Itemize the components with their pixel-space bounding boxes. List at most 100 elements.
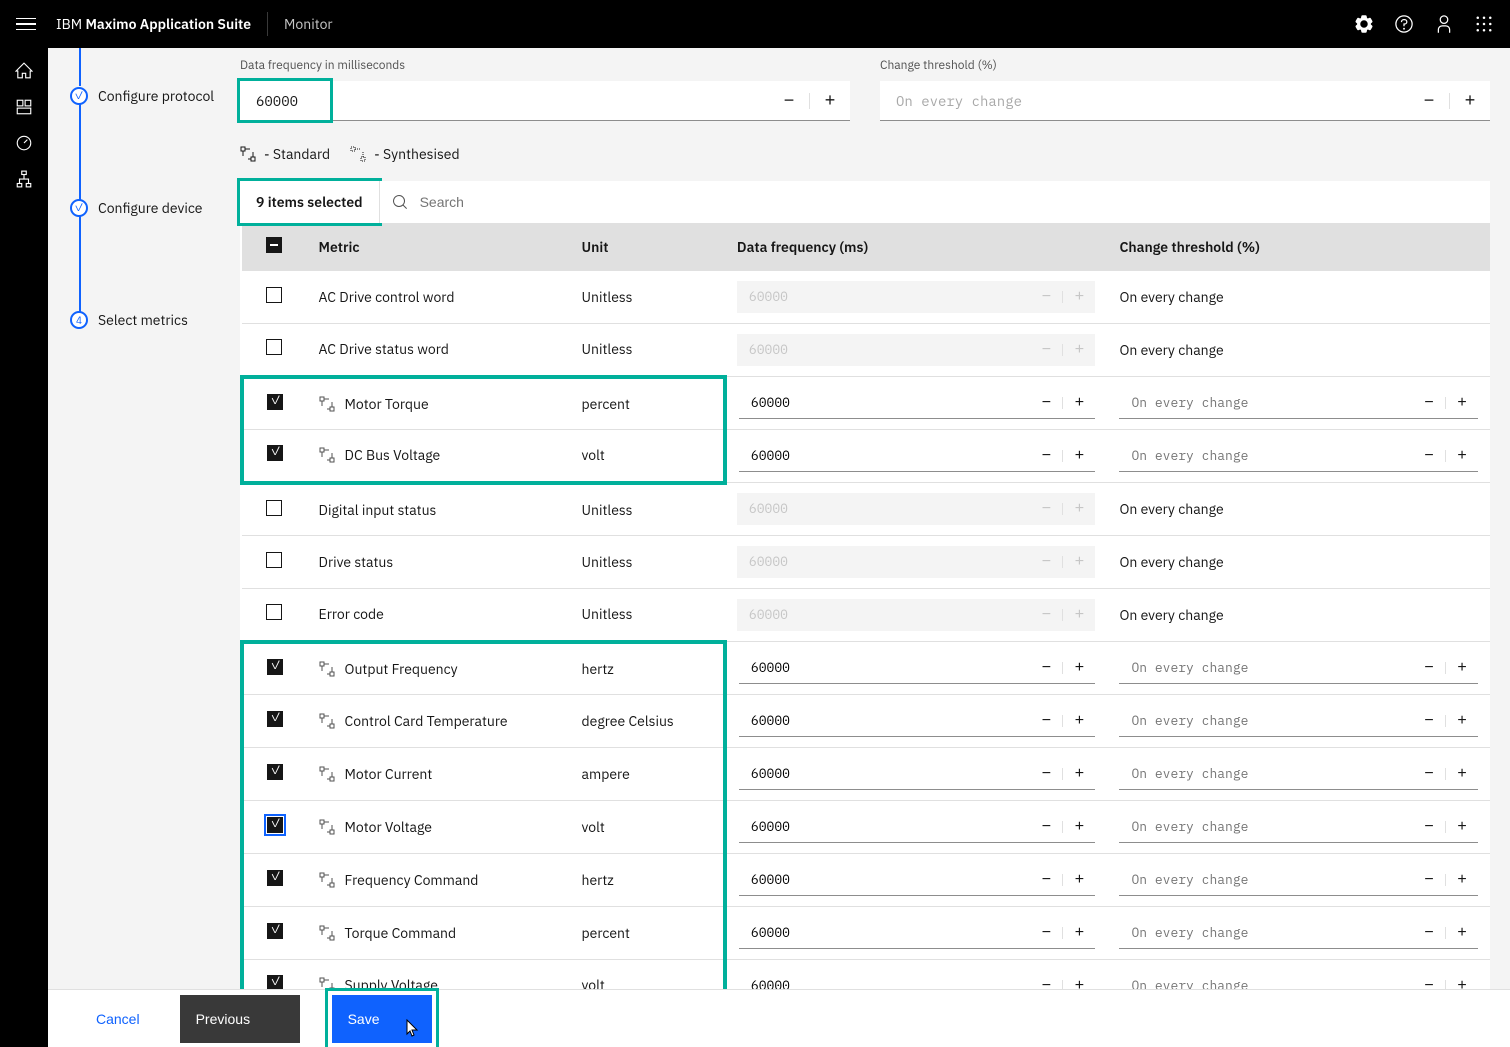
column-header-freq[interactable]: Data frequency (ms) — [725, 223, 1108, 271]
table-row: Torque Commandpercent − + − + — [242, 907, 1490, 960]
cancel-button[interactable]: Cancel — [84, 1011, 152, 1027]
increment-button[interactable]: + — [1446, 758, 1478, 789]
row-freq-input[interactable] — [739, 818, 1031, 835]
user-icon[interactable] — [1434, 14, 1454, 34]
decrement-button[interactable]: − — [1413, 705, 1445, 736]
row-thresh-input[interactable] — [1119, 659, 1413, 676]
column-header-unit[interactable]: Unit — [570, 223, 725, 271]
increment-button[interactable]: + — [810, 81, 850, 120]
row-thresh-input[interactable] — [1119, 765, 1413, 782]
select-all-checkbox[interactable] — [266, 237, 282, 253]
search-box[interactable] — [379, 181, 1490, 223]
row-freq-input[interactable] — [739, 447, 1031, 464]
decrement-button[interactable]: − — [1030, 811, 1062, 842]
decrement-button[interactable]: − — [1030, 440, 1062, 471]
row-checkbox[interactable] — [267, 764, 283, 780]
unit-cell: degree Celsius — [570, 695, 725, 748]
change-threshold-input[interactable] — [880, 81, 1409, 120]
help-icon[interactable] — [1394, 14, 1414, 34]
row-freq-input[interactable] — [739, 712, 1031, 729]
increment-button[interactable]: + — [1063, 758, 1095, 789]
decrement-button[interactable]: − — [1413, 970, 1445, 989]
decrement-button[interactable]: − — [1409, 81, 1449, 120]
row-checkbox[interactable] — [267, 975, 283, 989]
row-checkbox[interactable] — [267, 711, 283, 727]
row-thresh-input[interactable] — [1119, 447, 1413, 464]
increment-button[interactable]: + — [1063, 387, 1095, 418]
increment-button[interactable]: + — [1446, 811, 1478, 842]
save-button[interactable]: Save — [332, 995, 432, 1043]
increment-button[interactable]: + — [1063, 811, 1095, 842]
row-checkbox[interactable] — [267, 817, 283, 833]
decrement-button[interactable]: − — [1413, 652, 1445, 683]
row-freq-input[interactable] — [739, 394, 1031, 411]
row-checkbox[interactable] — [267, 394, 283, 410]
increment-button[interactable]: + — [1446, 440, 1478, 471]
row-checkbox[interactable] — [267, 659, 283, 675]
decrement-button[interactable]: − — [1030, 970, 1062, 989]
step-configure-protocol[interactable]: Configure protocol — [70, 86, 240, 106]
decrement-button[interactable]: − — [1030, 758, 1062, 789]
decrement-button[interactable]: − — [1413, 811, 1445, 842]
hierarchy-icon[interactable] — [15, 170, 33, 188]
row-freq-input[interactable] — [739, 924, 1031, 941]
decrement-button[interactable]: − — [1413, 440, 1445, 471]
row-thresh-input[interactable] — [1119, 871, 1413, 888]
decrement-button[interactable]: − — [1413, 917, 1445, 948]
row-checkbox[interactable] — [267, 445, 283, 461]
decrement-button[interactable]: − — [1413, 758, 1445, 789]
row-freq-input[interactable] — [739, 977, 1031, 989]
row-thresh-input[interactable] — [1119, 924, 1413, 941]
increment-button[interactable]: + — [1063, 440, 1095, 471]
row-thresh-input[interactable] — [1119, 818, 1413, 835]
row-checkbox[interactable] — [266, 500, 282, 516]
increment-button[interactable]: + — [1446, 970, 1478, 989]
increment-button[interactable]: + — [1446, 864, 1478, 895]
increment-button[interactable]: + — [1063, 652, 1095, 683]
row-checkbox[interactable] — [267, 870, 283, 886]
row-checkbox[interactable] — [266, 552, 282, 568]
row-freq-input[interactable] — [739, 871, 1031, 888]
app-switcher-icon[interactable] — [1474, 14, 1494, 34]
column-header-metric[interactable]: Metric — [307, 223, 570, 271]
previous-button[interactable]: Previous — [180, 995, 300, 1043]
increment-button[interactable]: + — [1063, 917, 1095, 948]
row-freq-input[interactable] — [739, 765, 1031, 782]
decrement-button[interactable]: − — [1030, 705, 1062, 736]
increment-button[interactable]: + — [1446, 387, 1478, 418]
decrement-button[interactable]: − — [1030, 387, 1062, 418]
increment-button[interactable]: + — [1063, 970, 1095, 989]
decrement-button[interactable]: − — [1413, 387, 1445, 418]
increment-button[interactable]: + — [1063, 705, 1095, 736]
row-checkbox[interactable] — [267, 923, 283, 939]
row-checkbox[interactable] — [266, 604, 282, 620]
decrement-button[interactable]: − — [769, 81, 809, 120]
column-header-thresh[interactable]: Change threshold (%) — [1107, 223, 1490, 271]
increment-button[interactable]: + — [1063, 864, 1095, 895]
decrement-button[interactable]: − — [1413, 864, 1445, 895]
row-checkbox[interactable] — [266, 339, 282, 355]
hamburger-menu-icon[interactable] — [16, 14, 36, 34]
row-thresh-input[interactable] — [1119, 394, 1413, 411]
row-checkbox[interactable] — [266, 287, 282, 303]
row-freq-input[interactable] — [739, 659, 1031, 676]
standard-icon — [319, 925, 335, 941]
data-frequency-input[interactable] — [240, 81, 330, 120]
decrement-button[interactable]: − — [1030, 917, 1062, 948]
settings-icon[interactable] — [1354, 14, 1374, 34]
increment-button[interactable]: + — [1450, 81, 1490, 120]
step-select-metrics[interactable]: 4 Select metrics — [70, 310, 240, 330]
gauge-icon[interactable] — [15, 134, 33, 152]
dashboard-icon[interactable] — [15, 98, 33, 116]
standard-icon — [319, 872, 335, 888]
decrement-button[interactable]: − — [1030, 864, 1062, 895]
home-icon[interactable] — [15, 62, 33, 80]
decrement-button[interactable]: − — [1030, 652, 1062, 683]
row-thresh-input[interactable] — [1119, 712, 1413, 729]
row-thresh-input[interactable] — [1119, 977, 1413, 989]
step-configure-device[interactable]: Configure device — [70, 198, 240, 218]
search-input[interactable] — [420, 194, 1478, 210]
increment-button[interactable]: + — [1446, 652, 1478, 683]
increment-button[interactable]: + — [1446, 917, 1478, 948]
increment-button[interactable]: + — [1446, 705, 1478, 736]
